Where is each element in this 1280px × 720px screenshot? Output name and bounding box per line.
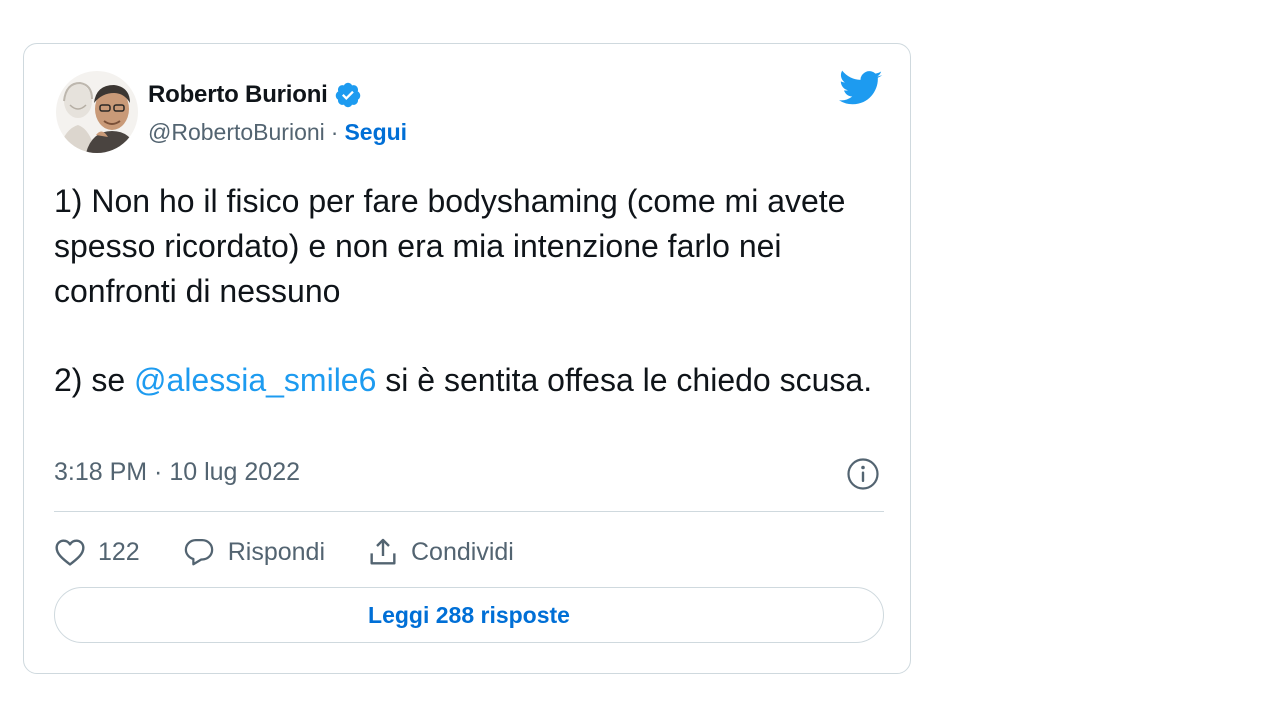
author-name-row: Roberto Burioni	[148, 81, 362, 109]
heart-icon	[55, 539, 85, 566]
author-handle[interactable]: @RobertoBurioni	[148, 119, 325, 146]
like-count: 122	[98, 537, 140, 566]
follow-button[interactable]: Segui	[344, 119, 407, 146]
tweet-card: Roberto Burioni @RobertoBurioni · Segui …	[23, 43, 911, 674]
avatar[interactable]	[56, 71, 138, 153]
tweet-paragraph-2-suffix: si è sentita offesa le chiedo scusa.	[376, 362, 873, 398]
author-name[interactable]: Roberto Burioni	[148, 81, 328, 109]
twitter-bird-icon[interactable]	[839, 70, 883, 108]
share-button[interactable]: Condividi	[367, 536, 514, 568]
separator: ·	[330, 119, 339, 145]
like-button[interactable]: 122	[54, 537, 140, 567]
speech-bubble-icon	[184, 539, 213, 566]
read-replies-button[interactable]: Leggi 288 risposte	[54, 587, 884, 643]
mention-link[interactable]: @alessia_smile6	[134, 362, 376, 398]
tweet-text: 1) Non ho il fisico per fare bodyshaming…	[54, 179, 874, 403]
share-upload-icon	[370, 538, 396, 565]
divider	[54, 511, 884, 512]
info-icon[interactable]	[846, 457, 880, 491]
tweet-paragraph-2-prefix: 2) se	[54, 362, 135, 398]
action-bar: 122 Rispondi Condividi	[54, 532, 556, 572]
author-handle-row: @RobertoBurioni · Segui	[148, 119, 407, 146]
reply-button[interactable]: Rispondi	[182, 537, 325, 567]
verified-badge-icon	[334, 81, 362, 109]
tweet-paragraph-1: 1) Non ho il fisico per fare bodyshaming…	[54, 183, 846, 309]
reply-label: Rispondi	[227, 537, 325, 566]
tweet-paragraph-2: 2) se @alessia_smile6 si è sentita offes…	[54, 358, 874, 403]
share-label: Condividi	[411, 537, 514, 566]
tweet-timestamp[interactable]: 3:18 PM · 10 lug 2022	[54, 458, 300, 487]
